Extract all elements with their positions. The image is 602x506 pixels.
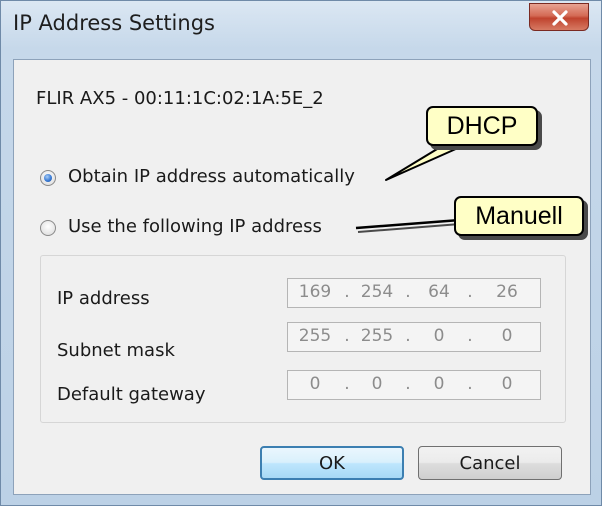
manual-pointer-shadow (357, 223, 461, 233)
callout-pointers (355, 139, 477, 233)
dhcp-callout: DHCP (426, 106, 538, 146)
dhcp-pointer (385, 139, 477, 181)
manual-pointer (355, 218, 461, 230)
manual-callout: Manuell (454, 196, 584, 236)
